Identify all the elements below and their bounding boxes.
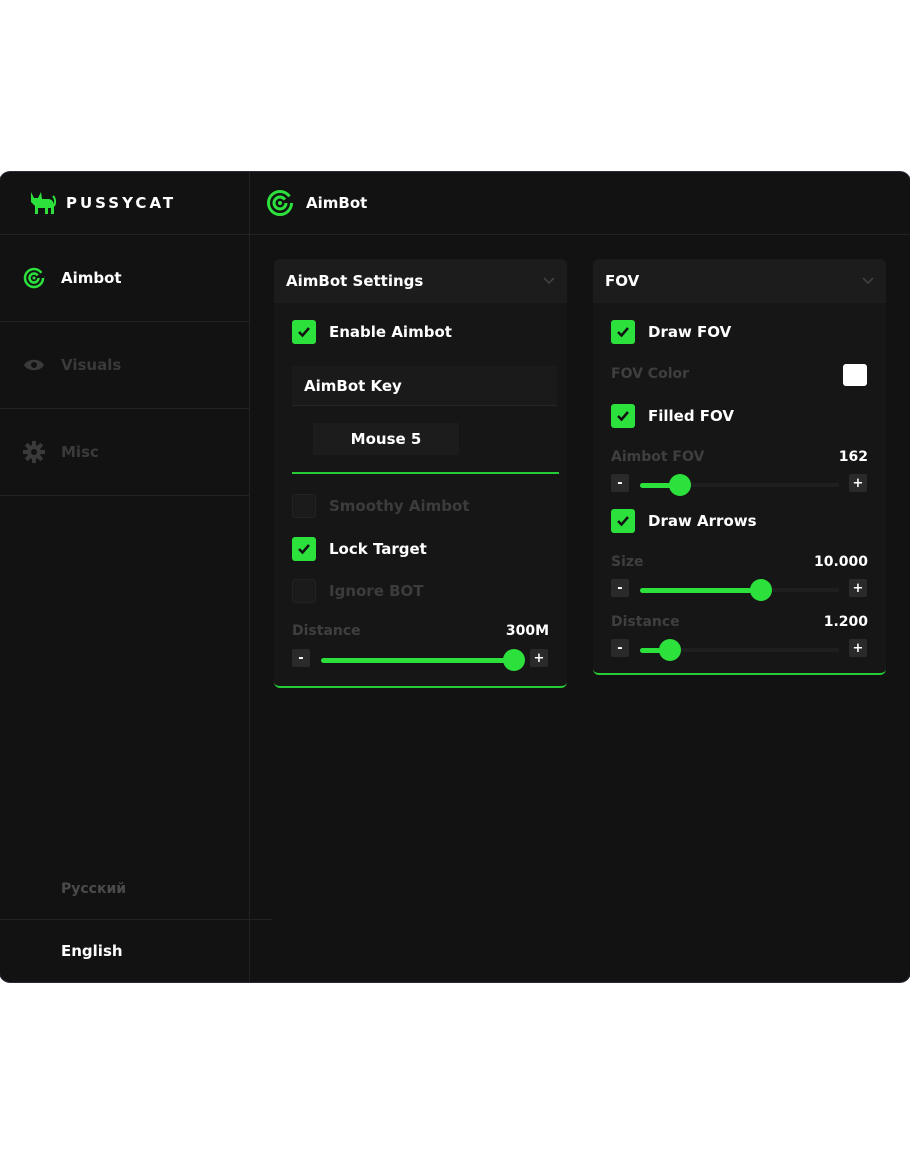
panel-title: FOV (605, 272, 640, 290)
brand-name: PUSSYCAT (66, 194, 177, 212)
checkbox-checked (292, 537, 316, 561)
chevron-down-icon (543, 277, 555, 285)
check-icon (617, 516, 629, 527)
distance-decrement-button[interactable]: - (292, 649, 310, 667)
fov-color-label: FOV Color (611, 366, 690, 382)
gear-icon (22, 440, 46, 464)
aimbot-fov-decrement-button[interactable]: - (611, 474, 629, 492)
aimbot-fov-label: Aimbot FOV (611, 449, 705, 465)
aimbot-settings-panel: AimBot Settings Enable Aimbot AimBot Key… (274, 259, 567, 688)
panel-title: AimBot Settings (286, 272, 424, 290)
checkbox-label: Enable Aimbot (329, 323, 452, 341)
checkbox-unchecked (292, 494, 316, 518)
checkbox-label: Draw Arrows (648, 512, 757, 530)
lock-target-checkbox[interactable]: Lock Target (292, 537, 427, 561)
checkbox-unchecked (292, 579, 316, 603)
cat-logo-icon (31, 192, 56, 214)
aimbot-key-button[interactable]: Mouse 5 (313, 423, 459, 455)
app-window: PUSSYCAT Aimbot Visuals Misc Русский Eng… (0, 172, 910, 982)
divider (292, 472, 559, 474)
eye-icon (22, 353, 46, 377)
sidebar-item-label: Aimbot (61, 269, 122, 287)
size-label: Size (611, 554, 644, 570)
checkbox-label: Ignore BOT (329, 582, 424, 600)
radar-icon (22, 266, 46, 290)
filled-fov-checkbox[interactable]: Filled FOV (611, 404, 734, 428)
sidebar-item-visuals[interactable]: Visuals (0, 322, 249, 409)
checkbox-label: Filled FOV (648, 407, 735, 425)
slider-knob[interactable] (503, 649, 526, 671)
distance-value: 1.200 (823, 614, 868, 630)
aimbot-fov-increment-button[interactable]: + (849, 474, 867, 492)
slider-fill (321, 657, 515, 663)
sidebar-item-aimbot[interactable]: Aimbot (0, 235, 249, 322)
smoothy-aimbot-checkbox[interactable]: Smoothy Aimbot (292, 494, 470, 518)
checkbox-checked (611, 509, 635, 533)
slider-knob[interactable] (750, 579, 773, 601)
size-increment-button[interactable]: + (849, 579, 867, 597)
distance-label: Distance (611, 614, 680, 630)
aimbot-settings-header[interactable]: AimBot Settings (274, 259, 567, 303)
slider-knob[interactable] (668, 474, 691, 496)
check-icon (617, 411, 629, 422)
check-icon (617, 327, 629, 338)
size-value: 10.000 (813, 554, 868, 570)
fov-panel: FOV Draw FOV FOV Color Filled FOV Aimbot… (593, 259, 886, 675)
slider-knob[interactable] (658, 639, 681, 661)
slider-fill (640, 587, 762, 593)
language-english[interactable]: English (0, 920, 249, 982)
fov-header[interactable]: FOV (593, 259, 886, 303)
brand: PUSSYCAT (0, 172, 249, 235)
draw-fov-checkbox[interactable]: Draw FOV (611, 320, 731, 344)
size-decrement-button[interactable]: - (611, 579, 629, 597)
distance-value: 300M (505, 623, 549, 639)
checkbox-label: Lock Target (329, 540, 427, 558)
checkbox-label: Draw FOV (648, 323, 732, 341)
page-header: AimBot (250, 172, 910, 235)
draw-arrows-checkbox[interactable]: Draw Arrows (611, 509, 757, 533)
aimbot-fov-value: 162 (838, 449, 868, 465)
page-title: AimBot (306, 194, 368, 212)
checkbox-label: Smoothy Aimbot (329, 497, 470, 515)
aimbot-key-label: AimBot Key (292, 366, 557, 406)
language-russian[interactable]: Русский (0, 858, 272, 920)
checkbox-checked (611, 404, 635, 428)
checkbox-checked (292, 320, 316, 344)
sidebar-item-misc[interactable]: Misc (0, 409, 249, 496)
radar-icon (267, 190, 293, 216)
enable-aimbot-checkbox[interactable]: Enable Aimbot (292, 320, 452, 344)
distance-label: Distance (292, 623, 361, 639)
chevron-down-icon (862, 277, 874, 285)
sidebar: PUSSYCAT Aimbot Visuals Misc Русский Eng… (0, 172, 272, 982)
check-icon (298, 327, 310, 338)
ignore-bot-checkbox[interactable]: Ignore BOT (292, 579, 424, 603)
distance-increment-button[interactable]: + (530, 649, 548, 667)
sidebar-item-label: Visuals (61, 356, 122, 374)
checkbox-checked (611, 320, 635, 344)
distance-decrement-button[interactable]: - (611, 639, 629, 657)
distance-increment-button[interactable]: + (849, 639, 867, 657)
check-icon (298, 544, 310, 555)
fov-color-swatch[interactable] (843, 364, 867, 386)
sidebar-item-label: Misc (61, 443, 99, 461)
